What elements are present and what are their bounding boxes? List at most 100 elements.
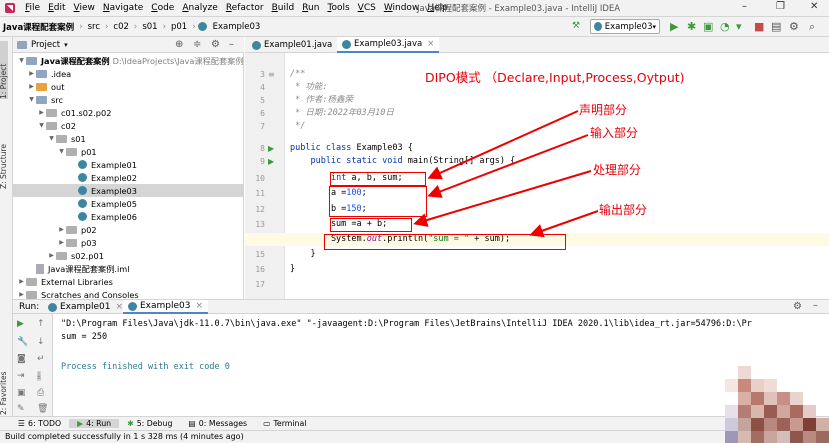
tree-item[interactable]: ▼ c02 — [13, 119, 243, 132]
chevron-right-icon[interactable]: ▶ — [17, 278, 26, 285]
chevron-down-icon[interactable]: ▼ — [17, 57, 26, 64]
tree-item[interactable]: ▶ out — [13, 80, 243, 93]
tab-example01[interactable]: Example01.java × — [247, 37, 349, 53]
close-icon[interactable]: × — [427, 39, 434, 49]
scroll-to-end-icon[interactable]: ⤓ — [37, 371, 41, 381]
breadcrumb-example03[interactable]: Example03 — [210, 22, 264, 32]
run-tab-example01[interactable]: Example01 × — [43, 300, 128, 314]
coverage-icon[interactable]: ▣ — [703, 20, 713, 33]
close-icon[interactable]: × — [116, 302, 124, 312]
down-icon[interactable]: ↓ — [37, 337, 45, 347]
menu-build[interactable]: Build — [268, 3, 299, 13]
run-gutter-icon[interactable]: ▶ — [268, 142, 274, 155]
fold-icon[interactable]: ≡ — [268, 68, 275, 81]
console-output[interactable]: "D:\Program Files\Java\jdk-11.0.7\bin\ja… — [54, 314, 829, 416]
soft-wrap-icon[interactable]: ↵ — [37, 354, 45, 364]
chevron-right-icon[interactable]: ▶ — [57, 239, 66, 246]
project-structure-icon[interactable]: ▤ — [771, 20, 781, 33]
tab-example03[interactable]: Example03.java × — [337, 37, 440, 53]
pin-icon[interactable]: ✎ — [17, 404, 25, 414]
run-tab[interactable]: ▶ 4: Run — [69, 419, 120, 428]
structure-tool-tab[interactable]: Z: Structure — [0, 129, 8, 189]
menu-edit[interactable]: Edit — [44, 3, 69, 13]
tree-item[interactable]: Example06 — [13, 210, 243, 223]
minimize-icon[interactable]: – — [742, 1, 747, 12]
breadcrumb-s01[interactable]: s01 — [139, 22, 160, 32]
tree-item[interactable]: ▶ p02 — [13, 223, 243, 236]
debug-icon[interactable]: ✱ — [687, 20, 696, 33]
camera-icon[interactable]: ◙ — [17, 354, 26, 364]
hide-icon[interactable]: – — [229, 39, 234, 50]
menu-refactor[interactable]: Refactor — [222, 3, 268, 13]
run-gutter-icon[interactable]: ▶ — [268, 155, 274, 168]
menu-vcs[interactable]: VCS — [354, 3, 380, 13]
chevron-down-icon[interactable]: ▼ — [37, 122, 46, 129]
collapse-icon[interactable]: ≑ — [193, 39, 201, 50]
locate-icon[interactable]: ⊕ — [175, 39, 183, 50]
tree-item[interactable]: ▼ Java课程配套案例 D:\IdeaProjects\Java课程配套案例 — [13, 54, 243, 67]
menu-file[interactable]: File — [21, 3, 44, 13]
tree-item[interactable]: Example02 — [13, 171, 243, 184]
menu-run[interactable]: Run — [298, 3, 323, 13]
chevron-right-icon[interactable]: ▶ — [27, 83, 36, 90]
favorites-tool-tab[interactable]: 2: Favorites — [0, 357, 8, 415]
run-tab-example03[interactable]: Example03 × — [123, 300, 209, 314]
breadcrumb-c02[interactable]: c02 — [110, 22, 132, 32]
chevron-down-icon[interactable]: ▼ — [27, 96, 36, 103]
tree-item[interactable]: ▼ src — [13, 93, 243, 106]
chevron-right-icon[interactable]: ▶ — [57, 226, 66, 233]
menu-code[interactable]: Code — [147, 3, 178, 13]
todo-tab[interactable]: ☰ 6: TODO — [10, 419, 69, 428]
tree-item[interactable]: ▼ p01 — [13, 145, 243, 158]
chevron-down-icon[interactable]: ▼ — [47, 135, 56, 142]
gear-icon[interactable]: ⚙ — [793, 301, 802, 312]
chevron-right-icon[interactable]: ▶ — [27, 70, 36, 77]
hide-icon[interactable]: – — [813, 300, 818, 311]
code-editor[interactable]: /** * 功能: * 作者:杨鑫荣 * 日期:2022年03月10日 */ p… — [245, 53, 829, 299]
rerun-icon[interactable]: ▶ — [17, 319, 24, 329]
run-icon[interactable]: ▶ — [670, 20, 678, 33]
project-tool-tab[interactable]: 1: Project — [0, 41, 8, 99]
close-icon[interactable]: × — [196, 301, 204, 311]
menu-view[interactable]: View — [70, 3, 99, 13]
chevron-down-icon[interactable]: ▾ — [64, 41, 68, 49]
chevron-right-icon[interactable]: ▶ — [37, 109, 46, 116]
stop-icon[interactable]: ■ — [754, 20, 764, 33]
tree-item[interactable]: ▶ c01.s02.p02 — [13, 106, 243, 119]
build-hammer-icon[interactable]: ⚒ — [572, 20, 580, 33]
tree-item[interactable]: Example01 — [13, 158, 243, 171]
menu-tools[interactable]: Tools — [323, 3, 353, 13]
tree-item-selected[interactable]: Example03 — [13, 184, 243, 197]
exit-icon[interactable]: ⇥ — [17, 371, 25, 381]
project-panel-title[interactable]: Project — [31, 40, 60, 50]
search-icon[interactable]: ⌕ — [809, 20, 815, 33]
tree-item[interactable]: ▼ s01 — [13, 132, 243, 145]
layout-icon[interactable]: ▣ — [17, 388, 26, 398]
maximize-icon[interactable]: ❐ — [776, 1, 785, 12]
menu-navigate[interactable]: Navigate — [99, 3, 147, 13]
print-icon[interactable]: ⎙ — [37, 388, 44, 398]
up-icon[interactable]: ↑ — [37, 319, 45, 329]
gear-icon[interactable]: ⚙ — [211, 39, 220, 50]
run-config-select[interactable]: Example03 ▾ — [590, 19, 660, 34]
profile-icon[interactable]: ◔ — [720, 20, 730, 33]
wrench-icon[interactable]: 🔧 — [17, 337, 28, 347]
attach-icon[interactable]: ▾ — [736, 20, 742, 33]
tree-item[interactable]: ▶ Scratches and Consoles — [13, 288, 243, 300]
tree-item[interactable]: Example05 — [13, 197, 243, 210]
tree-item[interactable]: ▶ s02.p01 — [13, 249, 243, 262]
menu-analyze[interactable]: Analyze — [178, 3, 221, 13]
breadcrumb-project[interactable]: Java课程配套案例 — [0, 21, 77, 33]
trash-icon[interactable]: 🗑 — [37, 404, 48, 414]
terminal-tab[interactable]: ▭ Terminal — [255, 419, 314, 428]
tree-item[interactable]: ▶ .idea — [13, 67, 243, 80]
tree-item[interactable]: Java课程配套案例.iml — [13, 262, 243, 275]
tree-item[interactable]: ▶ p03 — [13, 236, 243, 249]
chevron-right-icon[interactable]: ▶ — [17, 291, 26, 298]
chevron-right-icon[interactable]: ▶ — [47, 252, 56, 259]
messages-tab[interactable]: ▤ 0: Messages — [180, 419, 255, 428]
settings-icon[interactable]: ⚙ — [789, 20, 799, 33]
breadcrumb-src[interactable]: src — [85, 22, 103, 32]
tree-item[interactable]: ▶ External Libraries — [13, 275, 243, 288]
breadcrumb-p01[interactable]: p01 — [168, 22, 190, 32]
